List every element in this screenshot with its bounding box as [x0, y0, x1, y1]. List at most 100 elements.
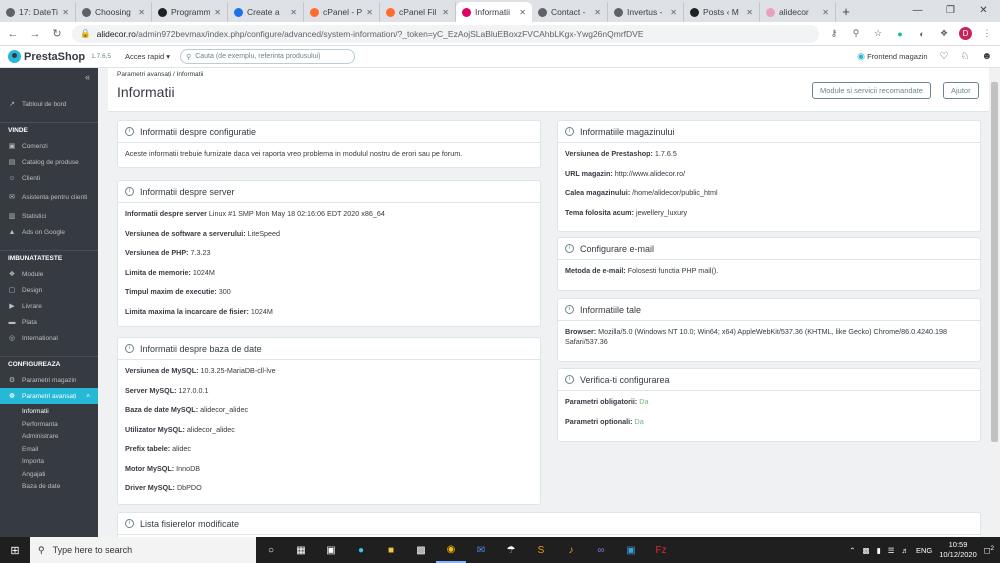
file-explorer-icon[interactable]: ■ — [376, 537, 406, 563]
browser-tab[interactable]: Posts ‹ M ✕ — [684, 2, 760, 22]
grammarly-icon[interactable]: ● — [893, 29, 907, 39]
browser-tab[interactable]: Contact - ✕ — [532, 2, 608, 22]
frontend-link[interactable]: ◉ Frontend magazin — [857, 51, 927, 62]
tab-close-icon[interactable]: ✕ — [442, 8, 449, 17]
browser-tab[interactable]: Programm ✕ — [152, 2, 228, 22]
breadcrumb[interactable]: Parametri avansați / Informatii — [117, 71, 203, 78]
battery-icon[interactable]: ▮ — [877, 546, 881, 555]
browser-tab[interactable]: Choosing ✕ — [76, 2, 152, 22]
page-scrollbar[interactable] — [989, 68, 1000, 537]
sublime-icon[interactable]: S — [526, 537, 556, 563]
recommended-modules-button[interactable]: Module si servicii recomandate — [812, 82, 931, 99]
edge-icon[interactable]: ● — [346, 537, 376, 563]
display-icon[interactable]: ▩ — [863, 546, 870, 555]
key-icon[interactable]: ⚷ — [827, 28, 841, 39]
browser-tab[interactable]: 17: DateTime ✕ — [0, 2, 76, 22]
sidebar-subitem[interactable]: Baza de date — [0, 481, 98, 494]
chrome-icon[interactable]: ◉ — [436, 537, 466, 563]
notifications-bell-icon[interactable]: ♡ — [940, 51, 949, 62]
info-value: LiteSpeed — [247, 228, 281, 238]
zoom-icon[interactable]: ⚲ — [849, 28, 863, 39]
app-icon[interactable]: ☂ — [496, 537, 526, 563]
sidebar-item[interactable]: ▤ Catalog de produse — [0, 154, 98, 170]
sidebar-subitem[interactable]: Performanta — [0, 419, 98, 432]
customers-icon: ☺ — [8, 174, 16, 182]
sidebar-subitem[interactable]: Email — [0, 444, 98, 457]
sidebar-item[interactable]: ☸ Parametri avansați ˄ — [0, 388, 98, 404]
info-label: Limita de memorie: — [125, 267, 191, 277]
browser-tab[interactable]: cPanel Fil ✕ — [380, 2, 456, 22]
url-input[interactable]: 🔒 alidecor.ro/admin972bevmax/index.php/c… — [72, 24, 819, 43]
tab-close-icon[interactable]: ✕ — [594, 8, 601, 17]
star-icon[interactable]: ☆ — [871, 28, 885, 39]
sidebar-subitem[interactable]: Angajati — [0, 469, 98, 482]
clock[interactable]: 10:59 10/12/2020 — [939, 540, 977, 560]
forward-icon[interactable]: → — [28, 28, 42, 40]
network-icon[interactable]: ☰ — [888, 546, 895, 555]
windows-start-icon[interactable]: ⊞ — [0, 544, 30, 557]
volume-icon[interactable]: ♬ — [901, 546, 909, 555]
admin-search-input[interactable]: ⚲ Cauta (de exemplu, referinta produsulu… — [180, 49, 356, 64]
help-button[interactable]: Ajutor — [943, 82, 979, 99]
task-view-icon[interactable]: ▦ — [286, 537, 316, 563]
tab-close-icon[interactable]: ✕ — [290, 8, 297, 17]
tab-close-icon[interactable]: ✕ — [746, 8, 753, 17]
browser-tab[interactable]: Invertus - ✕ — [608, 2, 684, 22]
window-app-icon[interactable]: ▣ — [616, 537, 646, 563]
headphones-icon[interactable]: ♪ — [556, 537, 586, 563]
sidebar-item[interactable]: ⚙ Parametri magazin — [0, 372, 98, 388]
mail-icon[interactable]: ✉ — [466, 537, 496, 563]
visual-studio-icon[interactable]: ∞ — [586, 537, 616, 563]
sidebar-item[interactable]: ▢ Design — [0, 282, 98, 298]
reload-icon[interactable]: ↻ — [50, 27, 64, 40]
minimize-icon[interactable]: — — [901, 0, 934, 22]
tab-close-icon[interactable]: ✕ — [670, 8, 677, 17]
sidebar-item-dashboard[interactable]: ↗ Tabloul de bord — [0, 96, 98, 112]
sidebar-subitem[interactable]: Administrare — [0, 431, 98, 444]
sidebar-item[interactable]: ▥ Statistici — [0, 208, 98, 224]
browser-tab[interactable]: Informatii ✕ — [456, 2, 532, 22]
sidebar-item[interactable]: ◎ International — [0, 330, 98, 346]
sidebar-item[interactable]: ▶ Livrare — [0, 298, 98, 314]
sidebar-subitem[interactable]: Informatii — [0, 406, 98, 419]
extension-icon[interactable]: ◐ — [915, 29, 929, 39]
new-tab-button[interactable]: + — [836, 2, 856, 22]
quick-access-menu[interactable]: Acces rapid ▾ — [125, 52, 170, 61]
profile-avatar[interactable]: D — [959, 27, 972, 40]
tab-close-icon[interactable]: ✕ — [138, 8, 145, 17]
browser-tab[interactable]: cPanel - P ✕ — [304, 2, 380, 22]
taskbar-search-input[interactable]: ⚲ Type here to search — [30, 537, 256, 563]
cortana-icon[interactable]: ○ — [256, 537, 286, 563]
sidebar-subitem[interactable]: Importa — [0, 456, 98, 469]
sidebar-item[interactable]: ☺ Clienti — [0, 170, 98, 186]
browser-tab[interactable]: Create a ✕ — [228, 2, 304, 22]
trophy-icon[interactable]: ♘ — [961, 51, 970, 62]
back-icon[interactable]: ← — [6, 28, 20, 40]
prestashop-logo[interactable]: PrestaShop 1.7.6.5 — [8, 50, 111, 63]
filezilla-icon[interactable]: Fz — [646, 537, 676, 563]
puzzle-icon[interactable]: ❖ — [937, 28, 951, 39]
tab-close-icon[interactable]: ✕ — [62, 8, 69, 17]
close-window-icon[interactable]: ✕ — [967, 0, 1000, 22]
tab-close-icon[interactable]: ✕ — [822, 8, 829, 17]
store-icon[interactable]: ▩ — [406, 537, 436, 563]
notification-center-icon[interactable]: ☐2 — [984, 545, 994, 556]
sidebar-item[interactable]: ❖ Module — [0, 266, 98, 282]
tab-close-icon[interactable]: ✕ — [519, 8, 526, 17]
collapse-sidebar-icon[interactable]: « — [0, 68, 98, 84]
sidebar-item[interactable]: ▣ Comenzi — [0, 138, 98, 154]
sidebar-item[interactable]: ▬ Plata — [0, 314, 98, 330]
sidebar-item[interactable]: ▲ Ads on Google — [0, 224, 98, 240]
monitor-app-icon[interactable]: ▣ — [316, 537, 346, 563]
tray-chevron-icon[interactable]: ⌃ — [849, 546, 855, 555]
tab-close-icon[interactable]: ✕ — [366, 8, 373, 17]
browser-tab[interactable]: alidecor ✕ — [760, 2, 836, 22]
tab-close-icon[interactable]: ✕ — [214, 8, 221, 17]
restore-icon[interactable]: ❐ — [934, 0, 967, 22]
payment-icon: ▬ — [8, 318, 16, 326]
menu-dots-icon[interactable]: ⋮ — [980, 28, 994, 39]
sidebar-item[interactable]: ✉ Asistenta pentru clienti — [0, 186, 98, 208]
language-indicator[interactable]: ENG — [916, 546, 932, 555]
scrollbar-thumb[interactable] — [991, 82, 998, 442]
user-account-icon[interactable]: ☻ — [981, 51, 992, 62]
